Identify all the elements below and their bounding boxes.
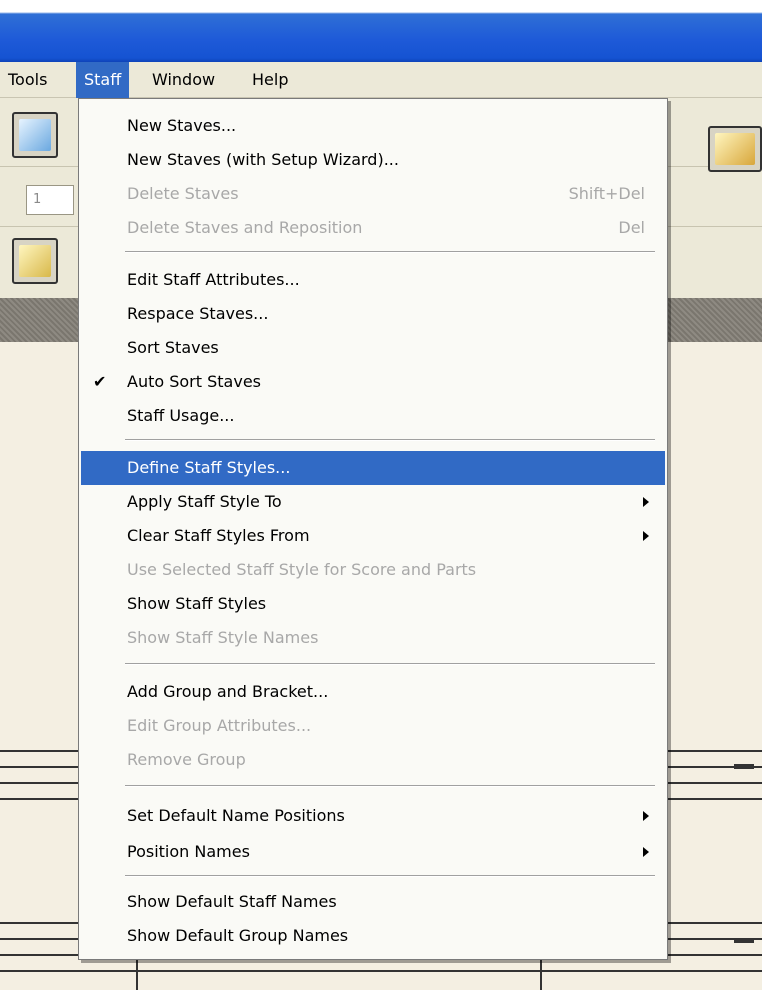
slur-icon (19, 119, 51, 151)
menu-separator (125, 875, 655, 877)
menu-item-label: Show Staff Style Names (127, 628, 319, 647)
staff-menu-dropdown: New Staves... New Staves (with Setup Wiz… (78, 98, 668, 960)
menu-item-edit-group-attributes[interactable]: Edit Group Attributes... (81, 709, 665, 743)
staff-line (0, 750, 80, 752)
staff-line (668, 750, 762, 752)
menu-item-sort-staves[interactable]: Sort Staves (81, 331, 665, 365)
note-tool-button[interactable] (12, 238, 58, 284)
staff-line (0, 766, 80, 768)
menu-item-clear-staff-styles[interactable]: Clear Staff Styles From (81, 519, 665, 553)
menu-item-staff-usage[interactable]: Staff Usage... (81, 399, 665, 433)
menu-separator (125, 785, 655, 787)
menu-item-apply-staff-style[interactable]: Apply Staff Style To (81, 485, 665, 519)
menu-item-label: Apply Staff Style To (127, 492, 282, 511)
menu-item-define-staff-styles[interactable]: Define Staff Styles... (81, 451, 665, 485)
window-titlebar (0, 0, 762, 62)
menu-item-show-staff-style-names[interactable]: Show Staff Style Names (81, 621, 665, 655)
submenu-arrow-icon (643, 497, 649, 507)
menu-item-label: Clear Staff Styles From (127, 526, 310, 545)
checkmark-icon: ✔ (93, 372, 107, 391)
staff-line (0, 970, 762, 972)
menu-item-shortcut: Del (618, 218, 645, 237)
note-icon (19, 245, 51, 277)
rest-mark (734, 938, 754, 943)
menu-item-label: New Staves... (127, 116, 237, 135)
menu-item-label: Show Staff Styles (127, 594, 267, 613)
menu-tools[interactable]: Tools (0, 62, 55, 98)
menu-item-show-default-staff-names[interactable]: Show Default Staff Names (81, 885, 665, 919)
menu-item-label: New Staves (with Setup Wizard)... (127, 150, 399, 169)
measure-field[interactable]: 1 (26, 185, 74, 215)
menu-item-label: Edit Staff Attributes... (127, 270, 300, 289)
menu-item-add-group-bracket[interactable]: Add Group and Bracket... (81, 675, 665, 709)
menu-item-label: Staff Usage... (127, 406, 235, 425)
menubar: Tools Staff Window Help (0, 62, 762, 98)
rest-mark (734, 764, 754, 769)
menu-item-set-default-name-positions[interactable]: Set Default Name Positions (81, 799, 665, 833)
submenu-arrow-icon (643, 847, 649, 857)
hammer-icon (715, 133, 755, 165)
menu-item-new-staves-wizard[interactable]: New Staves (with Setup Wizard)... (81, 143, 665, 177)
menu-item-auto-sort-staves[interactable]: ✔ Auto Sort Staves (81, 365, 665, 399)
menu-staff[interactable]: Staff (76, 62, 130, 98)
menu-item-label: Auto Sort Staves (127, 372, 261, 391)
staff-line (668, 922, 762, 924)
menu-item-position-names[interactable]: Position Names (81, 835, 665, 869)
menu-item-remove-group[interactable]: Remove Group (81, 743, 665, 777)
menu-item-label: Define Staff Styles... (127, 458, 291, 477)
menu-item-label: Add Group and Bracket... (127, 682, 329, 701)
menu-item-label: Set Default Name Positions (127, 806, 345, 825)
menu-item-edit-staff-attributes[interactable]: Edit Staff Attributes... (81, 263, 665, 297)
menu-item-label: Position Names (127, 842, 250, 861)
staff-line (0, 922, 80, 924)
menu-item-label: Show Default Group Names (127, 926, 349, 945)
menu-item-delete-staves[interactable]: Delete Staves Shift+Del (81, 177, 665, 211)
menu-item-label: Sort Staves (127, 338, 219, 357)
menu-window[interactable]: Window (144, 62, 223, 98)
staff-line (668, 782, 762, 784)
staff-line (0, 938, 80, 940)
menu-item-show-default-group-names[interactable]: Show Default Group Names (81, 919, 665, 953)
menu-item-respace-staves[interactable]: Respace Staves... (81, 297, 665, 331)
menu-separator (125, 251, 655, 253)
staff-line (0, 798, 80, 800)
menu-help[interactable]: Help (244, 62, 296, 98)
submenu-arrow-icon (643, 531, 649, 541)
menu-item-new-staves[interactable]: New Staves... (81, 109, 665, 143)
menu-item-show-staff-styles[interactable]: Show Staff Styles (81, 587, 665, 621)
menu-separator (125, 439, 655, 441)
submenu-arrow-icon (643, 811, 649, 821)
menu-item-label: Remove Group (127, 750, 246, 769)
menu-item-shortcut: Shift+Del (568, 184, 645, 203)
menu-item-label: Use Selected Staff Style for Score and P… (127, 560, 477, 579)
menu-item-label: Show Default Staff Names (127, 892, 337, 911)
staff-line (668, 798, 762, 800)
menu-item-delete-staves-reposition[interactable]: Delete Staves and Reposition Del (81, 211, 665, 245)
staff-line (0, 782, 80, 784)
hammer-tool-button[interactable] (708, 126, 762, 172)
menu-item-label: Delete Staves and Reposition (127, 218, 363, 237)
menu-item-label: Respace Staves... (127, 304, 269, 323)
menu-item-label: Edit Group Attributes... (127, 716, 312, 735)
menu-item-use-selected-staff-style[interactable]: Use Selected Staff Style for Score and P… (81, 553, 665, 587)
curve-tool-button[interactable] (12, 112, 58, 158)
menu-separator (125, 663, 655, 665)
menu-item-label: Delete Staves (127, 184, 239, 203)
